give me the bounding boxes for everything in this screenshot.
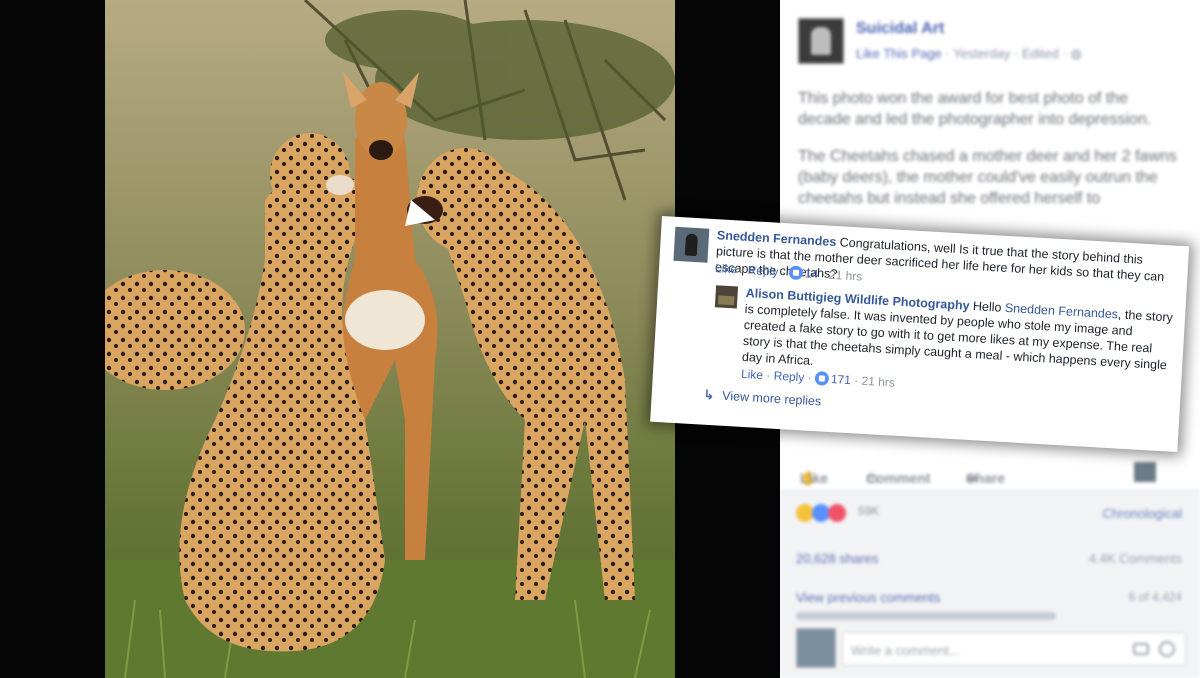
camera-icon[interactable] bbox=[1133, 643, 1149, 655]
reaction-count[interactable]: 59K bbox=[858, 504, 879, 518]
sort-dropdown[interactable]: Chronological bbox=[1103, 506, 1183, 521]
post-meta: Like This Page · Yesterday · Edited · ◍ bbox=[856, 46, 1082, 61]
edited-label: Edited bbox=[1022, 46, 1059, 61]
page-avatar[interactable] bbox=[798, 18, 844, 64]
shares-count[interactable]: 20,628 shares bbox=[796, 551, 878, 566]
partial-comment bbox=[796, 612, 1056, 620]
reply-arrow-icon: ↳ bbox=[703, 387, 715, 403]
reply-avatar[interactable] bbox=[714, 285, 739, 309]
comment-label: Comment bbox=[866, 470, 931, 486]
post-body: This photo won the award for best photo … bbox=[798, 88, 1178, 225]
post-paragraph: The Cheetahs chased a mother deer and he… bbox=[798, 148, 1177, 207]
reply-like-count[interactable]: 171 bbox=[831, 372, 852, 387]
composer-avatar bbox=[796, 628, 836, 668]
like-label: Like bbox=[800, 470, 829, 486]
globe-icon: ◍ bbox=[1070, 46, 1082, 61]
viewer-avatar-select[interactable] bbox=[1134, 462, 1156, 482]
comment-input-placeholder: Write a comment... bbox=[851, 643, 960, 658]
view-more-replies-label: View more replies bbox=[721, 388, 822, 409]
comment-like-link[interactable]: Like bbox=[715, 261, 738, 276]
post-time[interactable]: Yesterday bbox=[953, 46, 1010, 61]
like-badge-icon bbox=[814, 371, 830, 386]
love-reaction-icon bbox=[828, 504, 846, 522]
view-more-replies[interactable]: ↳ View more replies bbox=[703, 387, 821, 409]
view-previous-comments[interactable]: View previous comments bbox=[796, 590, 940, 605]
comment-input[interactable]: Write a comment... bbox=[842, 632, 1186, 666]
reply-like-link[interactable]: Like bbox=[741, 367, 764, 382]
comment-reply-link[interactable]: Reply bbox=[747, 263, 778, 279]
post-paragraph: This photo won the award for best photo … bbox=[798, 90, 1152, 128]
comment-like-count[interactable]: 14 bbox=[805, 266, 819, 281]
cheetah-photo[interactable] bbox=[105, 0, 675, 678]
share-label: Share bbox=[966, 470, 1005, 486]
page-name[interactable]: Suicidal Art bbox=[856, 20, 944, 38]
like-badge-icon bbox=[788, 265, 804, 281]
like-page-link[interactable]: Like This Page bbox=[856, 46, 942, 61]
cheetah-photo-illustration bbox=[105, 0, 675, 678]
comments-count[interactable]: 4.4K Comments bbox=[1089, 551, 1182, 566]
comment-time[interactable]: 21 hrs bbox=[829, 268, 863, 284]
comment-card: Snedden Fernandes Congratulations, well … bbox=[650, 216, 1190, 453]
emoji-icon[interactable] bbox=[1159, 641, 1175, 657]
commenter-avatar[interactable] bbox=[673, 226, 710, 263]
reply-reply-link[interactable]: Reply bbox=[773, 369, 804, 385]
post-actions: ✋ Like ▭ Comment ➦ Share bbox=[794, 462, 1184, 488]
screenshot-stage: Suicidal Art Like This Page · Yesterday … bbox=[0, 0, 1200, 678]
reply-time[interactable]: 21 hrs bbox=[861, 374, 895, 390]
comment-page-count: 6 of 4,424 bbox=[1128, 590, 1182, 604]
reply-greeting: Hello bbox=[972, 299, 1002, 315]
